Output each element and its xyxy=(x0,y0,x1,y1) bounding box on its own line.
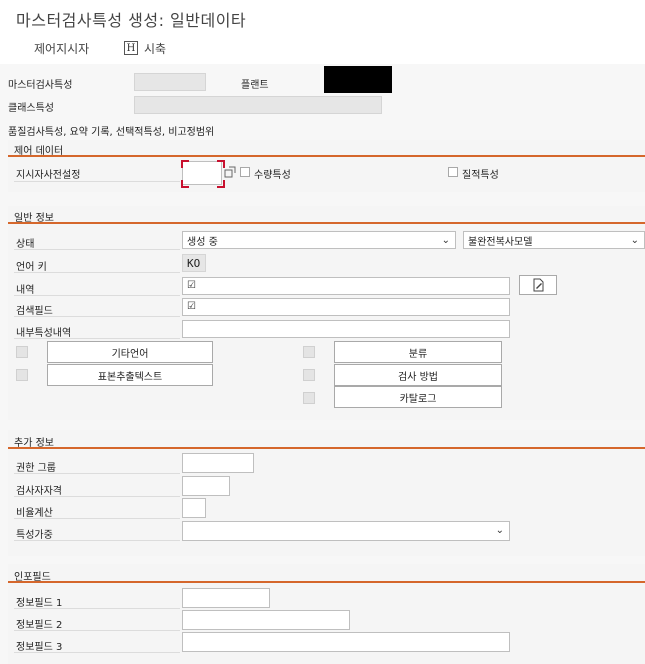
internal-desc-label: 내부특성내역 xyxy=(16,328,72,339)
general-panel-divider xyxy=(8,222,645,224)
description-label: 내역 xyxy=(16,285,35,296)
start-label: 시축 xyxy=(144,41,167,56)
char-weight-select[interactable]: ⌄ xyxy=(182,521,510,541)
inspector-qual-input[interactable] xyxy=(182,476,230,496)
additional-panel-divider xyxy=(8,447,645,449)
catalog-indicator xyxy=(303,392,315,404)
focus-corner-bl xyxy=(181,180,189,188)
master-char-label: 마스터검사특성 xyxy=(8,80,73,91)
summary-text: 품질검사특성, 요약 기록, 선택적특성, 비고정범위 xyxy=(8,127,215,138)
auth-group-input[interactable] xyxy=(182,453,254,473)
status-select[interactable]: 생성 중 ⌄ xyxy=(182,231,456,249)
other-lang-indicator xyxy=(16,346,28,358)
other-lang-button[interactable]: 기타언어 xyxy=(47,341,213,363)
page-title: 마스터검사특성 생성: 일반데이타 xyxy=(16,11,247,30)
ratio-calc-label: 비율계산 xyxy=(16,508,53,519)
info-field2-label: 정보필드 2 xyxy=(16,620,63,631)
control-indicator-button[interactable]: 제어지시자 xyxy=(34,38,89,58)
qualitative-label: 질적특성 xyxy=(462,170,499,181)
checkbox-checked-icon: ☑ xyxy=(187,301,196,312)
sample-text-indicator xyxy=(16,369,28,381)
qualitative-checkbox[interactable] xyxy=(448,167,458,177)
info-field3-label: 정보필드 3 xyxy=(16,642,63,653)
control-panel xyxy=(8,140,645,192)
focus-corner-tl xyxy=(181,160,189,168)
toolbar xyxy=(0,34,645,65)
chevron-down-icon: ⌄ xyxy=(441,235,450,246)
auth-group-label: 권한 그룹 xyxy=(16,463,56,474)
info-field1-label: 정보필드 1 xyxy=(16,598,63,609)
lang-key-field: KO xyxy=(182,254,206,272)
lang-key-label: 언어 키 xyxy=(16,262,47,273)
info-field3-input[interactable] xyxy=(182,632,510,652)
edit-long-text-button[interactable] xyxy=(519,275,557,295)
description-input[interactable]: ☑ xyxy=(182,277,510,295)
info-field1-input[interactable] xyxy=(182,588,270,608)
preset-row-line xyxy=(14,181,180,182)
class-char-label: 클래스특성 xyxy=(8,103,54,114)
quantitative-checkbox[interactable] xyxy=(240,167,250,177)
class-button[interactable]: 분류 xyxy=(334,341,502,363)
status-label: 상태 xyxy=(16,239,35,250)
control-panel-divider xyxy=(8,155,645,157)
catalog-button[interactable]: 카탈로그 xyxy=(334,386,502,408)
search-field-label: 검색필드 xyxy=(16,306,53,317)
info-panel-divider xyxy=(8,581,645,583)
chevron-down-icon: ⌄ xyxy=(495,525,504,536)
copy-model-select[interactable]: 불완전복사모델 ⌄ xyxy=(463,231,645,249)
class-char-field[interactable] xyxy=(134,96,382,114)
info-field2-input[interactable] xyxy=(182,610,350,630)
internal-desc-input[interactable] xyxy=(182,320,510,338)
plant-label: 플랜트 xyxy=(241,80,269,91)
plant-field[interactable] xyxy=(324,66,392,93)
search-field-input[interactable]: ☑ xyxy=(182,298,510,316)
preset-label: 지시자사전설정 xyxy=(16,170,81,181)
inspection-method-indicator xyxy=(303,369,315,381)
status-value: 생성 중 xyxy=(187,236,218,248)
master-char-field[interactable] xyxy=(134,73,206,91)
char-weight-label: 특성가중 xyxy=(16,530,53,541)
chevron-down-icon: ⌄ xyxy=(630,235,639,246)
ratio-calc-input[interactable] xyxy=(182,498,206,518)
start-button[interactable]: H 시축 xyxy=(124,38,166,58)
value-help-icon[interactable] xyxy=(224,166,236,178)
inspection-method-button[interactable]: 검사 방법 xyxy=(334,364,502,386)
edit-document-icon xyxy=(533,278,544,292)
copy-model-value: 불완전복사모델 xyxy=(468,236,533,248)
header-icon: H xyxy=(124,41,138,55)
class-indicator xyxy=(303,346,315,358)
focus-corner-br xyxy=(217,180,225,188)
checkbox-checked-icon: ☑ xyxy=(187,280,196,291)
quantitative-label: 수량특성 xyxy=(254,170,291,181)
control-indicator-label: 제어지시자 xyxy=(34,41,90,56)
sample-text-button[interactable]: 표본추출텍스트 xyxy=(47,364,213,386)
inspector-qual-label: 검사자자격 xyxy=(16,486,62,497)
